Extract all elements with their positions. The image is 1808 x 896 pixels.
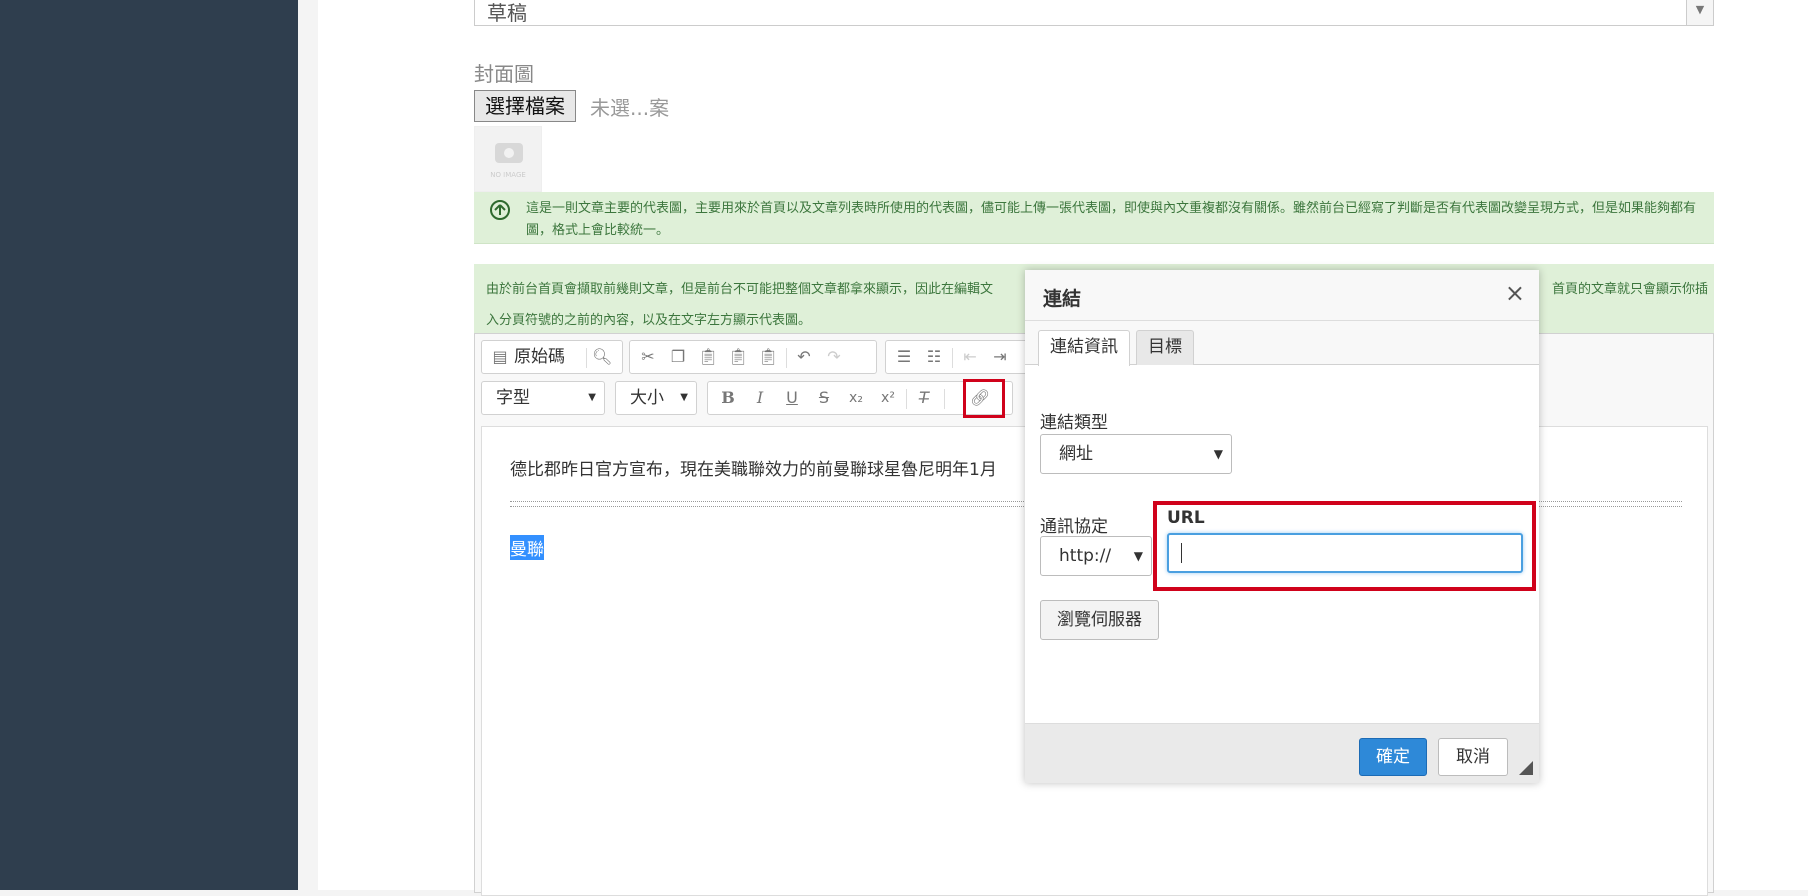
protocol-select[interactable]: http:// ▼ — [1040, 536, 1152, 576]
chevron-down-icon: ▼ — [680, 392, 688, 403]
protocol-value: http:// — [1059, 546, 1112, 566]
resize-handle-icon[interactable] — [1519, 761, 1533, 775]
page-break-note-text: 由於前台首頁會擷取前幾則文章，但是前台不可能把整個文章都拿來顯示，因此在編輯文 — [486, 282, 994, 297]
toolbar-separator — [786, 348, 787, 368]
remove-format-icon[interactable]: T̶ — [914, 388, 934, 408]
copy-icon[interactable]: ❐ — [668, 347, 688, 367]
chevron-down-icon: ▼ — [1686, 0, 1713, 25]
tab-target[interactable]: 目標 — [1136, 330, 1194, 365]
chevron-down-icon: ▼ — [588, 392, 596, 403]
paste-text-icon[interactable]: 📋︎ — [728, 347, 748, 367]
preview-icon[interactable]: 🔍︎ — [592, 347, 612, 367]
cover-image-note-text: 這是一則文章主要的代表圖，主要用來於首頁以及文章列表時所使用的代表圖，儘可能上傳… — [526, 201, 1697, 238]
cover-image-note: 這是一則文章主要的代表圖，主要用來於首頁以及文章列表時所使用的代表圖，儘可能上傳… — [474, 192, 1714, 244]
protocol-label: 通訊協定 — [1040, 517, 1108, 537]
status-select[interactable]: 草稿 ▼ — [474, 0, 1714, 26]
chevron-down-icon: ▼ — [1133, 549, 1143, 563]
underline-icon[interactable]: U — [782, 388, 802, 408]
file-status: 未選...案 — [590, 96, 670, 120]
browse-server-button[interactable]: 瀏覽伺服器 — [1040, 600, 1159, 640]
no-image-text: NO IMAGE — [490, 171, 526, 179]
subscript-icon[interactable]: x₂ — [846, 388, 866, 408]
chevron-down-icon: ▼ — [1213, 447, 1223, 461]
link-type-label: 連結類型 — [1040, 413, 1108, 433]
numbered-list-icon[interactable]: ☰ — [894, 347, 914, 367]
toolbar-separator — [944, 389, 945, 409]
toolbar-separator — [952, 348, 953, 368]
paste-icon[interactable]: 📋︎ — [698, 347, 718, 367]
status-value: 草稿 — [487, 1, 527, 25]
outdent-icon: ⇤ — [963, 347, 977, 366]
redo-icon: ↷ — [827, 347, 841, 366]
strike-icon[interactable]: S — [814, 388, 834, 408]
source-button[interactable]: 原始碼 — [514, 347, 565, 367]
toolbar-separator — [906, 389, 907, 409]
dialog-footer: 確定 取消 — [1025, 723, 1539, 783]
toolbar-group-document: ▤ 原始碼 🔍︎ — [481, 340, 623, 374]
close-icon[interactable]: × — [1505, 280, 1525, 306]
superscript-icon[interactable]: x² — [878, 388, 898, 408]
camera-icon — [495, 143, 523, 163]
toolbar-group-clipboard: ✂ ❐ 📋︎ 📋︎ 📋︎ ↶ ↷ — [629, 340, 877, 374]
tab-link-info[interactable]: 連結資訊 — [1038, 330, 1130, 366]
arrow-up-circle-icon — [490, 200, 510, 220]
size-combo-label: 大小 — [630, 388, 664, 408]
dialog-tabs: 連結資訊 目標 — [1025, 321, 1539, 366]
bulleted-list-icon[interactable]: ☷ — [924, 347, 944, 367]
no-image-placeholder: NO IMAGE — [474, 126, 542, 192]
size-combo[interactable]: 大小 ▼ — [615, 381, 697, 415]
link-button-highlight — [963, 379, 1005, 418]
toolbar-separator — [586, 348, 587, 368]
url-input[interactable] — [1167, 533, 1523, 573]
bold-icon[interactable]: B — [718, 388, 738, 408]
sidebar — [0, 0, 298, 890]
toolbar-group-list: ☰ ☷ ⇤ ⇥ — [885, 340, 1035, 374]
cut-icon[interactable]: ✂ — [638, 347, 658, 367]
text-caret — [1181, 543, 1182, 563]
link-type-value: 網址 — [1059, 444, 1093, 464]
link-type-select[interactable]: 網址 ▼ — [1040, 434, 1232, 474]
dialog-title: 連結 — [1025, 270, 1539, 321]
url-label: URL — [1167, 508, 1205, 528]
indent-icon[interactable]: ⇥ — [990, 347, 1010, 367]
font-combo[interactable]: 字型 ▼ — [481, 381, 605, 415]
paste-word-icon[interactable]: 📋︎ — [758, 347, 778, 367]
page-break-note-text-right: 首頁的文章就只會顯示你插 — [1552, 282, 1709, 297]
source-icon[interactable]: ▤ — [490, 347, 510, 367]
link-dialog: 連結 × 連結資訊 目標 連結類型 網址 ▼ 通訊協定 http:// ▼ UR… — [1025, 270, 1539, 783]
cancel-button[interactable]: 取消 — [1438, 738, 1508, 776]
undo-icon[interactable]: ↶ — [794, 347, 814, 367]
font-combo-label: 字型 — [496, 388, 530, 408]
choose-file-button[interactable]: 選擇檔案 — [474, 90, 576, 122]
italic-icon[interactable]: I — [750, 388, 770, 408]
editor-paragraph: 德比郡昨日官方宣布，現在美職聯效力的前曼聯球星魯尼明年1月 — [510, 460, 997, 480]
cover-image-label: 封面圖 — [474, 62, 534, 86]
ok-button[interactable]: 確定 — [1359, 738, 1427, 776]
selected-text: 曼聯 — [510, 535, 544, 560]
